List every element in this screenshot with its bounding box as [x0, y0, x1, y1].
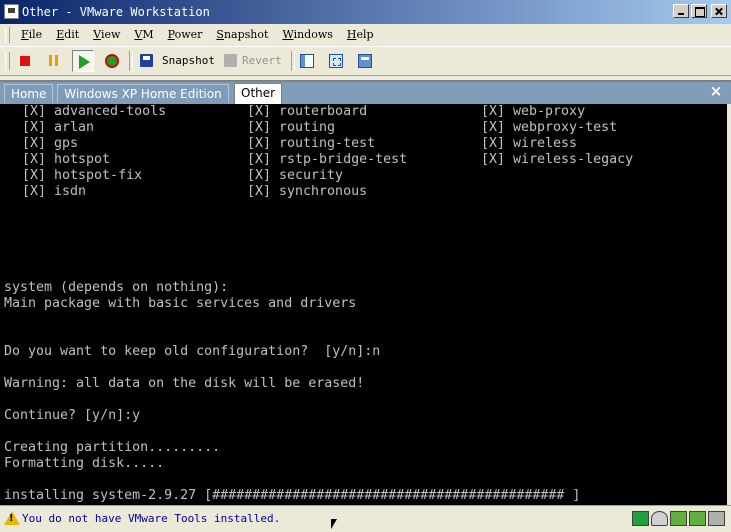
title-bar[interactable]: Other - VMware Workstation [0, 0, 731, 24]
vmware-app-icon[interactable] [4, 4, 19, 19]
package-entry: [X] wireless [481, 136, 578, 151]
full-screen-button[interactable] [325, 50, 347, 72]
sound-card-icon[interactable] [708, 511, 725, 526]
menu-edit[interactable]: Edit [49, 24, 86, 46]
suspend-button[interactable] [43, 50, 65, 72]
revert-button[interactable]: Revert [220, 50, 290, 72]
menu-grip[interactable] [5, 27, 10, 43]
reset-icon [105, 54, 119, 68]
console-line: Main package with basic services and dri… [4, 296, 357, 311]
cd-rom-icon[interactable] [651, 511, 668, 526]
package-entry: [X] hotspot [22, 152, 111, 167]
tab-strip: Home Windows XP Home Edition Other × [0, 80, 731, 104]
console-line: system (depends on nothing): [4, 280, 229, 295]
play-icon [79, 55, 90, 69]
menu-bar: File Edit View VM Power Snapshot Windows… [0, 24, 731, 47]
package-entry: [X] advanced-tools [22, 104, 167, 119]
revert-label: Revert [242, 54, 282, 67]
package-entry: [X] gps [22, 136, 79, 151]
toolbar-separator [291, 51, 295, 71]
tab-windows-xp-home-edition[interactable]: Windows XP Home Edition [57, 84, 229, 103]
console-border [727, 104, 731, 505]
revert-icon [224, 54, 237, 67]
menu-file[interactable]: File [14, 24, 49, 46]
menu-power[interactable]: Power [161, 24, 210, 46]
package-entry: [X] isdn [22, 184, 87, 199]
mouse-cursor-icon [331, 519, 337, 529]
menu-snapshot[interactable]: Snapshot [209, 24, 275, 46]
package-entry: [X] synchronous [247, 184, 368, 199]
menu-vm[interactable]: VM [127, 24, 160, 46]
install-progress-line: installing system-2.9.27 [##############… [4, 488, 581, 503]
package-entry: [X] web-proxy [481, 104, 586, 119]
reset-button[interactable] [101, 50, 123, 72]
package-entry: [X] wireless-legacy [481, 152, 634, 167]
menu-windows[interactable]: Windows [275, 24, 339, 46]
usb-device-icon[interactable] [689, 511, 706, 526]
menu-help[interactable]: Help [340, 24, 381, 46]
snapshot-button[interactable]: Snapshot [136, 50, 215, 72]
menu-view[interactable]: View [86, 24, 127, 46]
snapshot-icon [140, 54, 153, 67]
package-entry: [X] arlan [22, 120, 95, 135]
vmware-tools-warning[interactable]: You do not have VMware Tools installed. [22, 512, 280, 525]
close-button[interactable] [711, 4, 727, 18]
hard-disk-icon[interactable] [632, 511, 649, 526]
status-bar: You do not have VMware Tools installed. [0, 505, 731, 532]
window-title: Other - VMware Workstation [22, 5, 210, 19]
stop-icon [20, 56, 30, 66]
package-entry: [X] webproxy-test [481, 120, 618, 135]
package-entry: [X] routerboard [247, 104, 368, 119]
package-entry: [X] rstp-bridge-test [247, 152, 408, 167]
network-adapter-icon[interactable] [670, 511, 687, 526]
console-line: Warning: all data on the disk will be er… [4, 376, 365, 391]
warning-icon[interactable] [4, 511, 20, 525]
toolbar: Snapshot Revert [0, 47, 731, 76]
vmware-window: Other - VMware Workstation File Edit Vie… [0, 0, 731, 532]
close-tab-icon[interactable]: × [709, 84, 723, 99]
package-entry: [X] security [247, 168, 344, 183]
vm-console[interactable]: [X] advanced-tools [X] arlan [X] gps [X]… [0, 104, 727, 505]
toolbar-grip[interactable] [5, 52, 10, 70]
minimize-button[interactable] [673, 4, 689, 18]
package-entry: [X] hotspot-fix [22, 168, 143, 183]
quick-switch-icon [358, 54, 372, 68]
power-on-button[interactable] [72, 50, 94, 72]
quick-switch-button[interactable] [354, 50, 376, 72]
power-off-button[interactable] [14, 50, 36, 72]
snapshot-label: Snapshot [162, 54, 215, 67]
console-line: Do you want to keep old configuration? [… [4, 344, 381, 359]
package-entry: [X] routing-test [247, 136, 376, 151]
sidebar-icon [300, 54, 314, 68]
show-sidebar-button[interactable] [296, 50, 318, 72]
tab-other[interactable]: Other [234, 83, 283, 104]
fullscreen-icon [329, 54, 343, 68]
toolbar-separator [129, 51, 133, 71]
tab-home[interactable]: Home [4, 84, 54, 103]
console-line: Creating partition......... [4, 440, 221, 455]
pause-icon [49, 55, 52, 66]
console-line: Formatting disk..... [4, 456, 165, 471]
console-line: Continue? [y/n]:y [4, 408, 141, 423]
maximize-button[interactable] [691, 4, 707, 18]
package-entry: [X] routing [247, 120, 336, 135]
